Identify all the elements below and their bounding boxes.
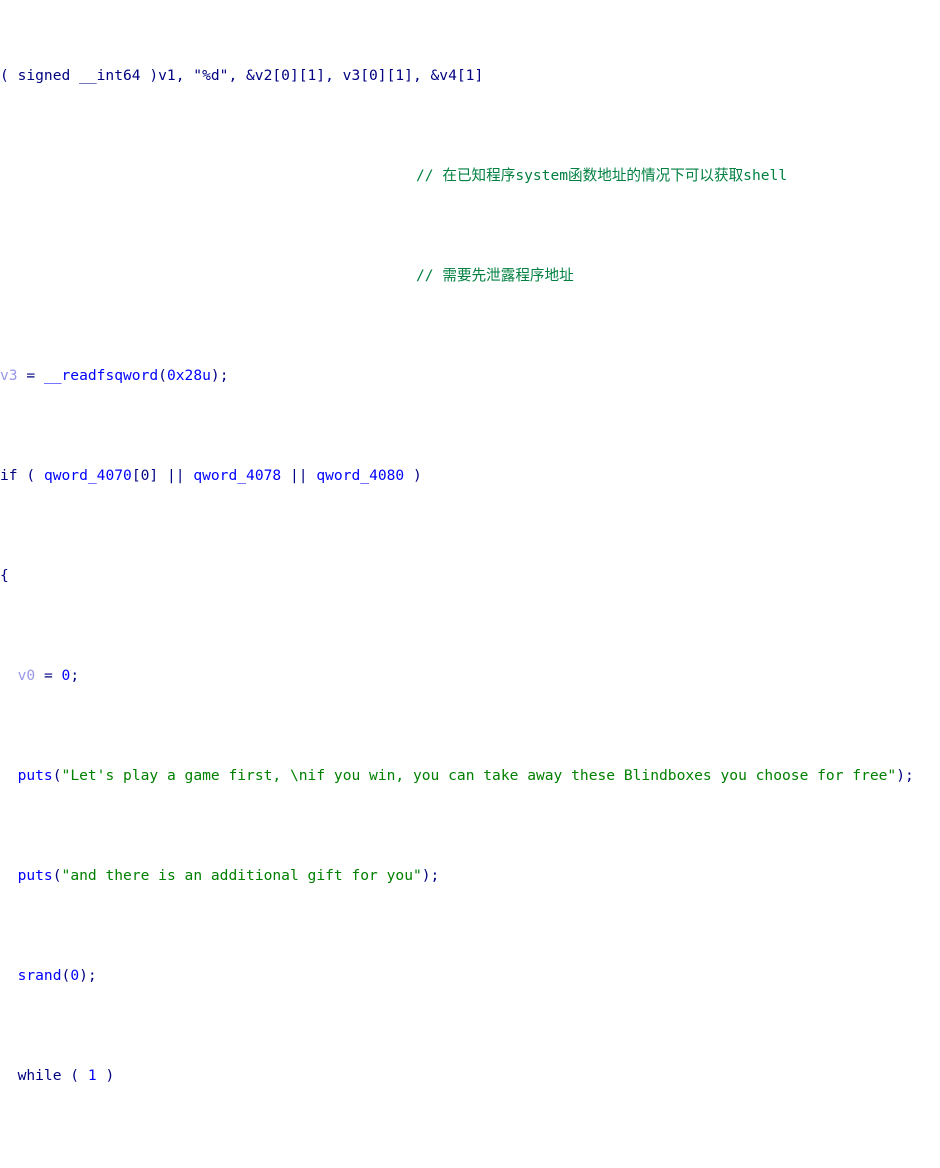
paren-open: ( [52,867,62,884]
literal-one: 1 [87,1067,97,1084]
clipped-text: ( signed __int64 )v1, "%d", &v2[0][1], v… [0,67,484,84]
local-v3: v3 [0,367,18,384]
paren-close-semi: ); [79,967,97,984]
literal-0x28u: 0x28u [166,367,211,384]
literal-zero: 0 [61,667,71,684]
code-line-puts-gift[interactable]: puts("and there is an additional gift fo… [0,866,914,886]
code-line-puts-game[interactable]: puts("Let's play a game first, \nif you … [0,766,914,786]
code-line-if-globals[interactable]: if ( qword_4070[0] || qword_4078 || qwor… [0,466,914,486]
string-gift: "and there is an additional gift for you… [61,867,422,884]
string-game-intro: "Let's play a game first, \nif you win, … [61,767,897,784]
keyword-while: while [17,1067,62,1084]
paren-open: ( [17,467,44,484]
comment-line-2: // 需要先泄露程序地址 [416,267,574,284]
semicolon: ; [70,667,80,684]
paren-close: ) [96,1067,115,1084]
code-line-clipped[interactable]: ( signed __int64 )v1, "%d", &v2[0][1], v… [0,66,914,86]
brace-open: { [0,567,9,584]
global-qword-4070[interactable]: qword_4070 [44,467,132,484]
assign-operator: = [17,367,44,384]
code-line-brace-open-2[interactable]: { [0,1166,914,1168]
global-qword-4080[interactable]: qword_4080 [316,467,404,484]
literal-zero: 0 [70,967,80,984]
brace-open: { [18,1167,27,1168]
local-v0: v0 [17,667,36,684]
or-operator: || [281,467,317,484]
call-readfsqword[interactable]: __readfsqword [44,367,158,384]
paren-open: ( [158,367,167,384]
or-operator: || [158,467,194,484]
code-line-readfs-assign[interactable]: v3 = __readfsqword(0x28u); [0,366,914,386]
code-line-comment-1[interactable]: // 在已知程序system函数地址的情况下可以获取shell [0,166,914,186]
call-srand[interactable]: srand [18,967,62,984]
pseudocode-view[interactable]: ( signed __int64 )v1, "%d", &v2[0][1], v… [0,0,940,1168]
pseudocode-scroll-content: ( signed __int64 )v1, "%d", &v2[0][1], v… [0,0,914,1168]
call-puts[interactable]: puts [18,867,53,884]
paren-close-semi: ); [896,767,914,784]
paren-close: ) [404,467,422,484]
code-line-srand[interactable]: srand(0); [0,966,914,986]
keyword-if: if [0,467,18,484]
paren-close-semi: ); [210,367,229,384]
code-line-v0-init[interactable]: v0 = 0; [0,666,914,686]
code-line-comment-2[interactable]: // 需要先泄露程序地址 [0,266,914,286]
index-zero: [0] [131,467,159,484]
code-line-brace-open-1[interactable]: { [0,566,914,586]
paren-open: ( [61,1067,88,1084]
global-qword-4078[interactable]: qword_4078 [193,467,281,484]
paren-open: ( [52,767,62,784]
comment-line-1: // 在已知程序system函数地址的情况下可以获取shell [416,167,788,184]
paren-close-semi: ); [421,867,440,884]
call-puts[interactable]: puts [18,767,53,784]
assign-operator: = [35,667,62,684]
paren-open: ( [61,967,71,984]
code-line-while[interactable]: while ( 1 ) [0,1066,914,1086]
